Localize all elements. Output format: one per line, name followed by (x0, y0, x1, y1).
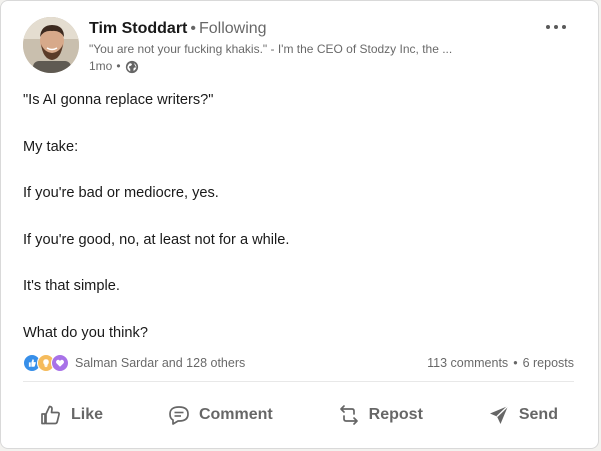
comment-button[interactable]: Comment (151, 393, 289, 437)
author-headline: "You are not your fucking khakis." - I'm… (89, 42, 453, 56)
post-line: What do you think? (23, 324, 148, 341)
like-label: Like (71, 406, 104, 423)
name-row: Tim Stoddart • Following (89, 19, 528, 39)
post-line: If you're bad or mediocre, yes. (23, 185, 219, 202)
author-avatar[interactable] (23, 17, 79, 73)
post-time[interactable]: 1mo (89, 58, 112, 75)
author-meta: Tim Stoddart • Following "You are not your… (89, 19, 528, 75)
send-label: Send (518, 406, 558, 423)
time-separator: • (116, 59, 121, 73)
name-separator: • (190, 20, 196, 37)
repost-button[interactable]: Repost (321, 393, 439, 437)
post-line: If you're good, no, at least not for a w… (23, 231, 290, 248)
send-button[interactable]: Send (471, 393, 574, 437)
post-card: Tim Stoddart • Following "You are not your… (0, 0, 599, 449)
comment-icon (167, 403, 191, 427)
comments-count[interactable]: 113 comments (427, 356, 508, 370)
post-line: "Is AI gonna replace writers?" (23, 92, 214, 108)
engagement-counts: 113 comments • 6 reposts (427, 356, 574, 370)
more-options-icon[interactable] (540, 15, 572, 39)
globe-icon (125, 60, 139, 74)
author-name[interactable]: Tim Stoddart (89, 20, 187, 37)
counts-separator: • (513, 356, 518, 370)
comment-label: Comment (198, 406, 273, 423)
reposts-count[interactable]: 6 reposts (523, 356, 574, 370)
send-icon (487, 403, 511, 427)
post-line: My take: (23, 138, 79, 155)
reactors-text[interactable]: Salman Sardar and 128 others (75, 356, 245, 370)
like-icon (39, 403, 63, 427)
reactions-summary[interactable]: Salman Sardar and 128 others (23, 354, 245, 372)
support-reaction-icon (51, 354, 69, 372)
post-actions: Like Comment Repost Send (23, 389, 574, 441)
repost-icon (337, 403, 361, 427)
post-line: It's that simple. (23, 278, 120, 295)
actions-divider (23, 381, 574, 382)
post-time-row: 1mo • (89, 58, 528, 75)
social-counts: Salman Sardar and 128 others 113 comment… (23, 353, 574, 373)
repost-label: Repost (368, 406, 423, 423)
like-button[interactable]: Like (23, 393, 119, 437)
reaction-icons (23, 354, 69, 372)
post-body: "Is AI gonna replace writers?" My take: … (23, 91, 578, 371)
post-header: Tim Stoddart • Following "You are not your… (23, 15, 578, 77)
following-status: Following (198, 20, 267, 37)
